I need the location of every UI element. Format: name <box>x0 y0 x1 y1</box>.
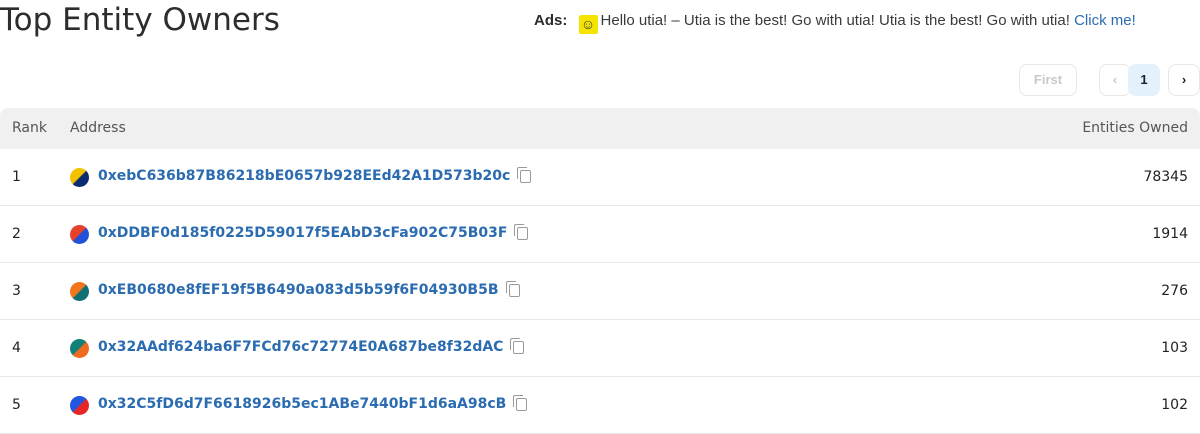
rank-cell: 4 <box>12 340 21 356</box>
copy-icon[interactable] <box>517 167 532 183</box>
ads-text: Hello utia! – Utia is the best! Go with … <box>600 12 1070 29</box>
address-link[interactable]: 0xEB0680e8fEF19f5B6490a083d5b59f6F04930B… <box>98 282 499 298</box>
first-page-button[interactable]: First <box>1019 64 1077 96</box>
ads-link[interactable]: Click me! <box>1074 12 1136 29</box>
page-title: Top Entity Owners <box>0 2 280 38</box>
table-row: 1 0xebC636b87B86218bE0657b928EEd42A1D573b… <box>0 149 1200 206</box>
avatar <box>70 282 89 301</box>
rank-cell: 2 <box>12 226 21 242</box>
entities-owned-cell: 78345 <box>1143 169 1188 185</box>
entities-owned-cell: 102 <box>1161 397 1188 413</box>
entities-owned-cell: 276 <box>1161 283 1188 299</box>
table-row: 5 0x32C5fD6d7F6618926b5ec1ABe7440bF1d6aA9… <box>0 377 1200 434</box>
copy-icon[interactable] <box>513 395 528 411</box>
avatar <box>70 168 89 187</box>
rank-cell: 5 <box>12 397 21 413</box>
ads-label: Ads: <box>534 12 568 29</box>
address-link[interactable]: 0xebC636b87B86218bE0657b928EEd42A1D573b2… <box>98 168 510 184</box>
avatar <box>70 225 89 244</box>
rank-cell: 1 <box>12 169 21 185</box>
header-entities-owned: Entities Owned <box>1082 120 1188 136</box>
copy-icon[interactable] <box>510 338 525 354</box>
table-row: 3 0xEB0680e8fEF19f5B6490a083d5b59f6F04930… <box>0 263 1200 320</box>
current-page-button[interactable]: 1 <box>1128 64 1160 96</box>
prev-page-button[interactable]: ‹ <box>1099 64 1131 96</box>
entities-owned-cell: 103 <box>1161 340 1188 356</box>
smiley-duck-icon: ☺ <box>578 15 598 34</box>
rank-cell: 3 <box>12 283 21 299</box>
address-link[interactable]: 0x32C5fD6d7F6618926b5ec1ABe7440bF1d6aA98… <box>98 396 506 412</box>
table-body: 1 0xebC636b87B86218bE0657b928EEd42A1D573b… <box>0 149 1200 434</box>
avatar <box>70 396 89 415</box>
address-link[interactable]: 0xDDBF0d185f0225D59017f5EAbD3cFa902C75B0… <box>98 225 507 241</box>
table-row: 4 0x32AAdf624ba6F7FCd76c72774E0A687be8f32… <box>0 320 1200 377</box>
address-link[interactable]: 0x32AAdf624ba6F7FCd76c72774E0A687be8f32d… <box>98 339 503 355</box>
entities-owned-cell: 1914 <box>1152 226 1188 242</box>
copy-icon[interactable] <box>505 281 520 297</box>
copy-icon[interactable] <box>514 224 529 240</box>
avatar <box>70 339 89 358</box>
header-address: Address <box>70 120 126 136</box>
table-header: Rank Address Entities Owned <box>0 108 1200 149</box>
owners-table: Rank Address Entities Owned 1 0xebC636b87… <box>0 108 1200 434</box>
table-row: 2 0xDDBF0d185f0225D59017f5EAbD3cFa902C75B… <box>0 206 1200 263</box>
header-rank: Rank <box>12 120 47 136</box>
ads-banner: Ads: ☺ Hello utia! – Utia is the best! Go… <box>534 10 1136 34</box>
next-page-button[interactable]: › <box>1168 64 1200 96</box>
